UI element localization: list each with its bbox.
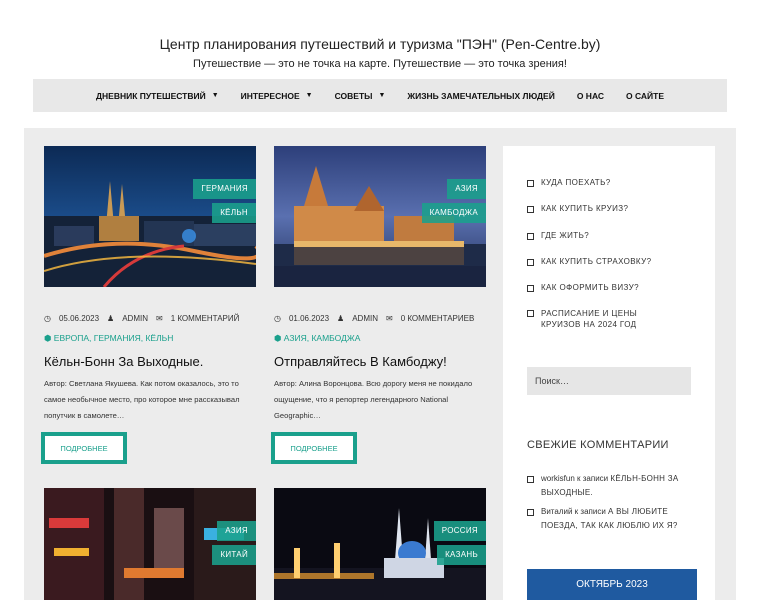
chevron-down-icon: ▼ (378, 92, 386, 99)
comment-icon: ✉ (155, 314, 163, 323)
recent-comment-item: workisfun к записи Кёльн-Бонн за выходны… (527, 472, 687, 500)
post-comments[interactable]: 0 КОММЕНТАРИЕВ (401, 314, 475, 323)
sidebar-link-buy-cruise[interactable]: Как купить круиз? (527, 204, 628, 213)
post-excerpt: Автор: Светлана Якушева. Как потом оказа… (44, 379, 240, 420)
post-card: Азия Камбоджа ◷ 01.06.2023 ♟ ADMIN ✉ 0 КОММ… (274, 146, 486, 424)
tag-icon: ⬢ (274, 333, 284, 343)
nav-item-about-site[interactable]: О сайте (626, 91, 664, 101)
tag-country[interactable]: Камбоджа (421, 203, 486, 223)
post-excerpt: Автор: Алина Воронцова. Всю дорогу меня … (274, 379, 473, 420)
sidebar-link-label: Куда поехать? (541, 178, 611, 187)
tag-country[interactable]: Россия (433, 521, 486, 541)
sidebar-link-insurance[interactable]: Как купить страховку? (527, 257, 651, 266)
site-tagline: Путешествие — это не точка на карте. Пут… (193, 58, 567, 70)
tag-city[interactable]: Казань (437, 545, 486, 565)
recent-comments-heading: Свежие комментарии (527, 439, 669, 451)
nav-item-remarkable-people[interactable]: Жизнь замечательных людей (407, 91, 554, 101)
bullet-icon (527, 476, 534, 483)
user-icon: ♟ (337, 314, 345, 323)
bullet-icon (527, 206, 534, 213)
recent-comment-item: Виталий к записи А вы любите поезда, так… (527, 505, 687, 533)
tag-region[interactable]: Азия (217, 521, 256, 541)
nav-item-travel-diary[interactable]: Дневник путешествий ▼ (96, 91, 219, 101)
bullet-icon (527, 233, 534, 240)
bullet-icon (527, 310, 534, 317)
tag-city[interactable]: Кёльн (212, 203, 256, 223)
post-thumbnail[interactable]: Азия Камбоджа (274, 146, 486, 287)
post-thumbnail[interactable]: Россия Казань (274, 488, 486, 600)
post-thumbnail[interactable]: Германия Кёльн (44, 146, 256, 287)
nav-item-label: Дневник путешествий (95, 90, 206, 101)
chevron-down-icon: ▼ (305, 92, 313, 99)
comment-connector: к записи (577, 474, 609, 483)
sidebar: Куда поехать? Как купить круиз? Где жить… (503, 146, 715, 600)
post-author[interactable]: ADMIN (352, 314, 378, 323)
post-meta: ◷ 01.06.2023 ♟ ADMIN ✉ 0 КОММЕНТАРИЕВ (274, 314, 486, 323)
comment-author[interactable]: workisfun (541, 474, 575, 483)
nav-item-interesting[interactable]: Интересное ▼ (241, 91, 313, 101)
user-icon: ♟ (107, 314, 115, 323)
site-title[interactable]: Центр планирования путешествий и туризма… (0, 0, 760, 53)
sidebar-link-label: Где жить? (541, 231, 590, 240)
post-card: Азия Китай (44, 488, 256, 600)
post-categories: ⬢ Европа, Германия, Кёльн (44, 333, 256, 344)
comment-author[interactable]: Виталий (541, 507, 572, 516)
china-street-image (44, 488, 256, 600)
calendar-icon: ◷ (44, 314, 51, 323)
calendar-icon: ◷ (274, 314, 281, 323)
chevron-down-icon: ▼ (211, 92, 219, 99)
nav-item-label: Жизнь замечательных людей (407, 90, 555, 101)
bullet-icon (527, 509, 534, 516)
sidebar-link-label: Как купить круиз? (541, 204, 629, 213)
sidebar-link-cruise-schedule[interactable]: Расписание и цены круизов на 2024 год (527, 308, 657, 330)
post-categories: ⬢ Азия, Камбоджа (274, 333, 486, 344)
post-title[interactable]: Отправляйтесь В Камбоджу! (274, 354, 486, 369)
recent-comment-text: Виталий к записи А вы любите поезда, так… (541, 505, 687, 533)
site-header: Центр планирования путешествий и туризма… (0, 0, 760, 71)
sidebar-link-label: Как купить страховку? (541, 257, 652, 266)
post-author[interactable]: ADMIN (122, 314, 148, 323)
post-categories-links[interactable]: Азия, Камбоджа (284, 333, 361, 343)
bullet-icon (527, 259, 534, 266)
bullet-icon (527, 285, 534, 292)
post-thumbnail[interactable]: Азия Китай (44, 488, 256, 600)
nav-item-label: О сайте (626, 90, 665, 101)
post-date[interactable]: 01.06.2023 (289, 314, 329, 323)
read-more-button[interactable]: Подробнее (41, 432, 127, 464)
nav-item-label: Советы (334, 90, 373, 101)
nav-item-label: О нас (576, 90, 605, 101)
sidebar-link-where-to-live[interactable]: Где жить? (527, 231, 589, 240)
sidebar-link-label: Расписание и цены круизов на 2024 год (541, 309, 638, 329)
tag-country[interactable]: Китай (212, 545, 256, 565)
nav-item-tips[interactable]: Советы ▼ (335, 91, 386, 101)
post-card: Россия Казань (274, 488, 486, 600)
nav-item-label: Интересное (240, 90, 300, 101)
read-more-button[interactable]: Подробнее (271, 432, 357, 464)
recent-comment-text: workisfun к записи Кёльн-Бонн за выходны… (541, 472, 687, 500)
comment-icon: ✉ (385, 314, 393, 323)
calendar-month-title: Октябрь 2023 (527, 569, 697, 600)
post-comments[interactable]: 1 КОММЕНТАРИЙ (171, 314, 240, 323)
post-date[interactable]: 05.06.2023 (59, 314, 99, 323)
tag-region[interactable]: Азия (447, 179, 486, 199)
search-input[interactable]: Поиск… (527, 367, 691, 395)
nav-item-about-us[interactable]: О нас (577, 91, 604, 101)
sidebar-link-visa[interactable]: Как оформить визу? (527, 283, 639, 292)
post-meta: ◷ 05.06.2023 ♟ ADMIN ✉ 1 КОММЕНТАРИЙ (44, 314, 256, 323)
sidebar-link-label: Как оформить визу? (541, 283, 639, 292)
kazan-kremlin-image (274, 488, 486, 600)
main-navigation: Дневник путешествий ▼ Интересное ▼ Советы ▼… (33, 79, 727, 112)
post-categories-links[interactable]: Европа, Германия, Кёльн (54, 333, 174, 343)
tag-country[interactable]: Германия (193, 179, 256, 199)
post-title[interactable]: Кёльн-Бонн За Выходные. (44, 354, 256, 369)
tag-icon: ⬢ (44, 333, 54, 343)
sidebar-link-where-to-go[interactable]: Куда поехать? (527, 178, 611, 187)
bullet-icon (527, 180, 534, 187)
post-card: Германия Кёльн ◷ 05.06.2023 ♟ ADMIN ✉ 1 КОМ… (44, 146, 256, 424)
comment-connector: к записи (574, 507, 606, 516)
